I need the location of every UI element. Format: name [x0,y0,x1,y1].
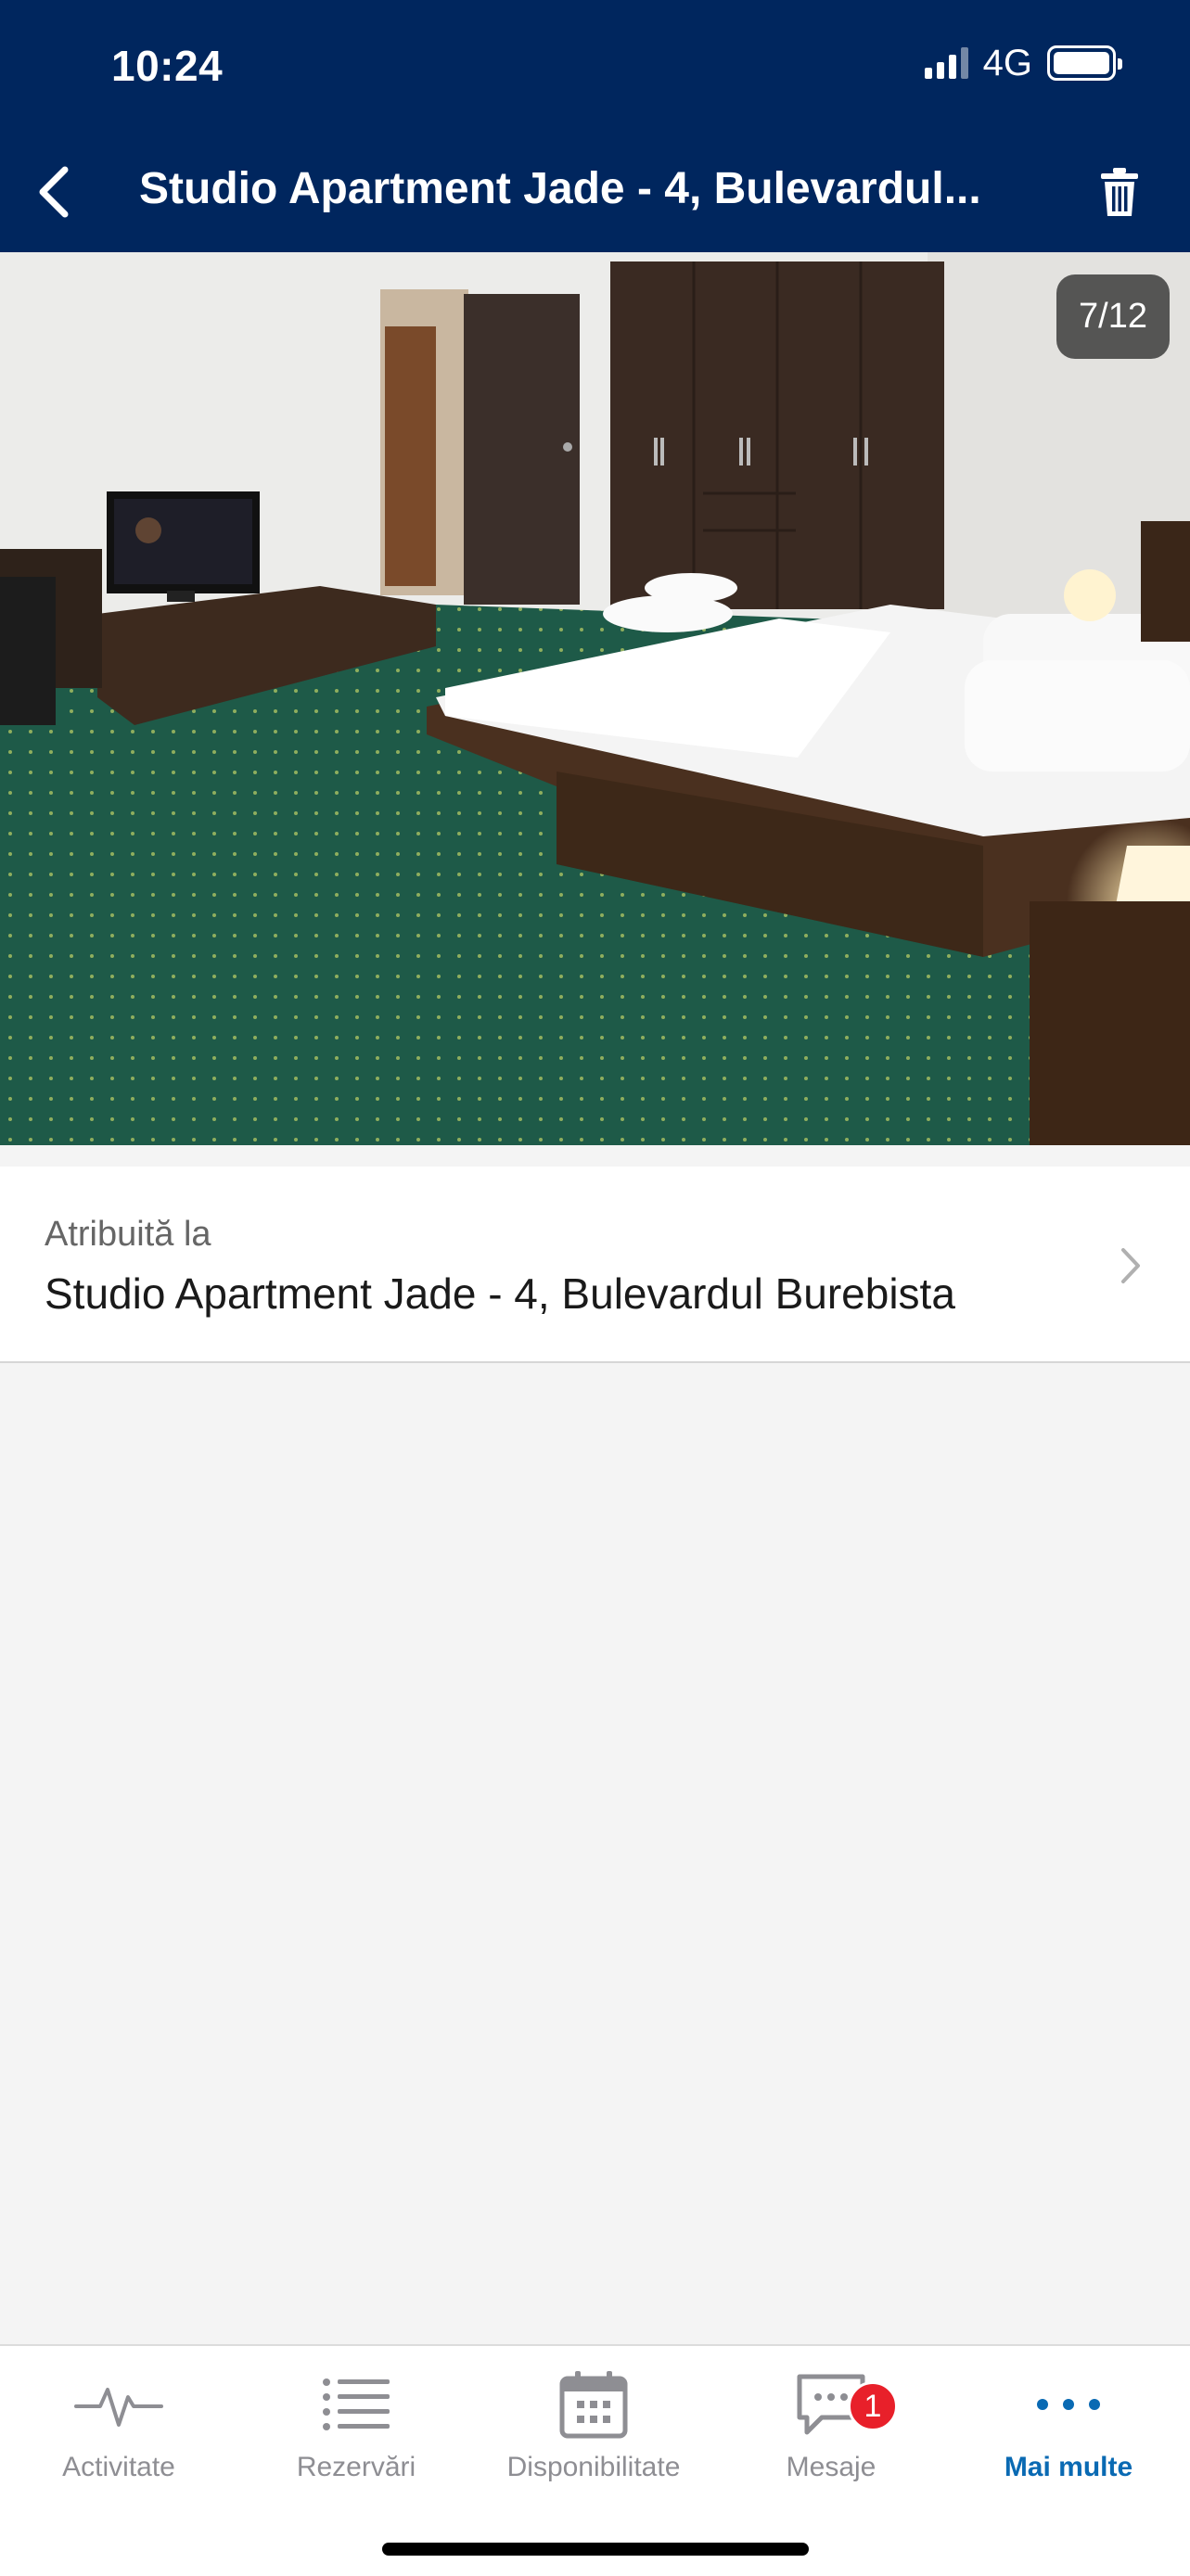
tab-rezervari[interactable]: Rezervări [237,2365,475,2504]
battery-icon [1047,45,1122,81]
back-button[interactable] [26,159,82,224]
chevron-right-icon [1121,1248,1140,1283]
screen: 10:24 4G Studio Apartment Jade - 4, Bule… [0,0,1190,2576]
room-photo[interactable]: 7/12 [0,252,1190,1145]
more-icon [1037,2399,1100,2410]
tab-label: Mesaje [786,2452,877,2482]
assigned-to-label: Atribuită la [45,1215,211,1254]
bedroom-image [0,252,1190,1145]
status-indicators: 4G [924,42,1122,83]
assigned-to-value: Studio Apartment Jade - 4, Bulevardul Bu… [45,1269,955,1318]
tab-mesaje[interactable]: 1 Mesaje [712,2365,950,2504]
list-icon [323,2378,390,2430]
photo-counter: 7/12 [1056,274,1170,359]
network-type: 4G [982,42,1032,83]
chevron-left-icon [39,166,69,218]
app-header: 10:24 4G Studio Apartment Jade - 4, Bule… [0,0,1190,252]
tab-label: Rezervări [296,2452,416,2482]
tab-label: Activitate [62,2452,175,2482]
unread-badge: 1 [848,2381,898,2431]
tab-disponibilitate[interactable]: Disponibilitate [475,2365,712,2504]
calendar-icon [559,2371,628,2439]
activity-icon [74,2388,163,2427]
tab-mai-multe[interactable]: Mai multe [950,2365,1187,2504]
assigned-to-row[interactable]: Atribuită la Studio Apartment Jade - 4, … [0,1167,1190,1363]
delete-button[interactable] [1094,159,1145,224]
signal-icon [924,47,968,79]
status-time: 10:24 [111,42,224,90]
tab-label: Mai multe [1004,2452,1133,2482]
bottom-tab-bar: Activitate Rezervări Disponibilitate 1 M… [0,2344,1190,2576]
tab-activitate[interactable]: Activitate [0,2365,237,2504]
page-title: Studio Apartment Jade - 4, Bulevardul... [139,164,981,213]
trash-icon [1101,168,1138,216]
tab-label: Disponibilitate [506,2452,681,2482]
home-indicator[interactable] [382,2543,809,2556]
